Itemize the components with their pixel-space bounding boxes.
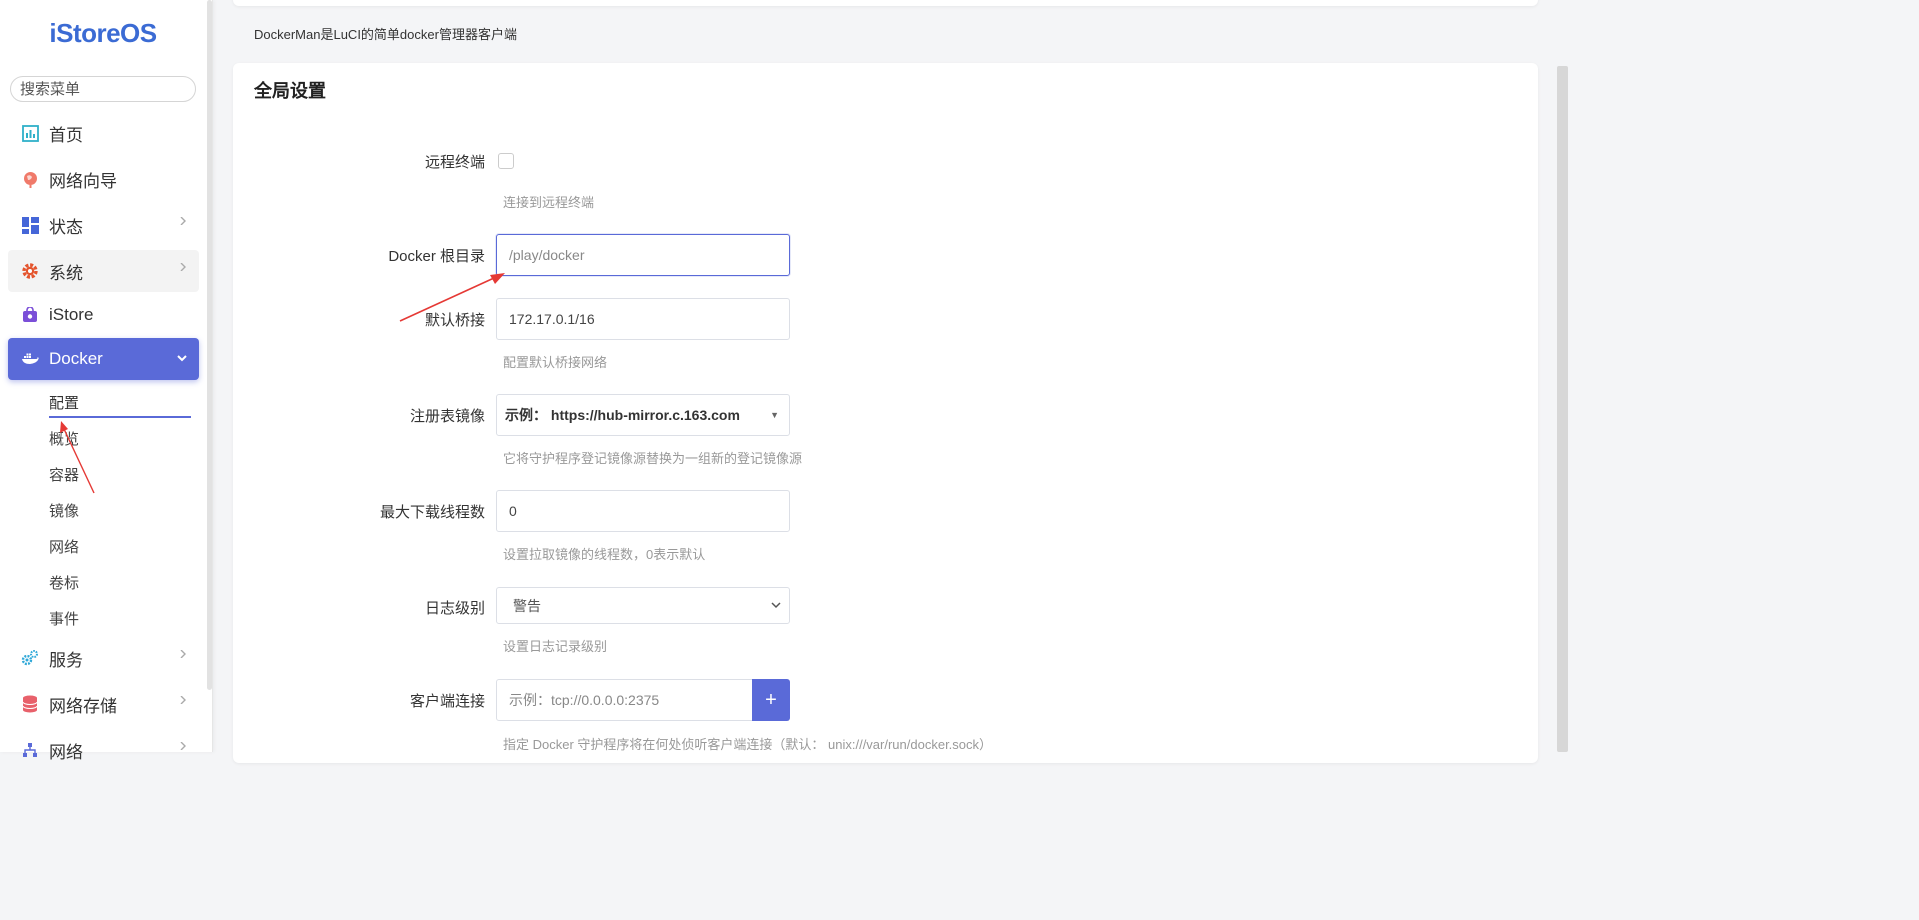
- remote-endpoint-hint: 连接到远程终端: [503, 195, 595, 210]
- docker-icon: [21, 350, 39, 368]
- gear-icon: [21, 262, 39, 280]
- log-level-select[interactable]: 警告: [496, 587, 790, 624]
- nav-label: iStore: [49, 305, 94, 324]
- nav-label: 系统: [49, 263, 83, 283]
- nav-label: 首页: [49, 125, 83, 145]
- default-bridge-label: 默认桥接: [424, 312, 485, 329]
- remote-endpoint-checkbox[interactable]: [498, 153, 514, 169]
- nav-label: 网络: [49, 742, 83, 762]
- nav-item-network[interactable]: 网络: [8, 729, 199, 771]
- chevron-down-icon: [177, 355, 187, 362]
- nav-label: 网络存储: [49, 696, 117, 716]
- nav-item-docker[interactable]: Docker: [8, 338, 199, 380]
- default-bridge-hint: 配置默认桥接网络: [503, 355, 608, 370]
- chevron-down-icon: [771, 602, 781, 609]
- submenu-volumes[interactable]: 卷标: [49, 572, 79, 593]
- network-icon: [21, 741, 39, 759]
- chevron-right-icon: [180, 650, 186, 658]
- database-icon: [21, 695, 39, 713]
- submenu-overview[interactable]: 概览: [49, 428, 79, 449]
- docker-root-label: Docker 根目录: [388, 248, 485, 265]
- menu-search-input[interactable]: [10, 76, 196, 102]
- section-title: 全局设置: [254, 81, 326, 101]
- log-level-value: 警告: [513, 597, 541, 614]
- registry-mirror-value: 示例： https://hub-mirror.c.163.com: [505, 407, 740, 423]
- page-description: DockerMan是LuCI的简单docker管理器客户端: [254, 27, 517, 42]
- nav-label: 服务: [49, 650, 83, 670]
- nav-label: 状态: [49, 217, 83, 237]
- registry-mirror-hint: 它将守护程序登记镜像源替换为一组新的登记镜像源: [503, 451, 803, 466]
- nav-item-network-wizard[interactable]: 网络向导: [8, 158, 199, 200]
- max-downloads-hint: 设置拉取镜像的线程数，0表示默认: [503, 547, 706, 562]
- chevron-right-icon: [180, 742, 186, 750]
- submenu-images[interactable]: 镜像: [49, 500, 79, 521]
- submenu-networks[interactable]: 网络: [49, 536, 79, 557]
- nav-item-home[interactable]: 首页: [8, 112, 199, 154]
- gears-icon: [21, 649, 39, 667]
- log-level-label: 日志级别: [424, 600, 485, 617]
- active-submenu-indicator: [49, 416, 191, 418]
- nav-item-istore[interactable]: iStore: [8, 294, 199, 336]
- chart-icon: [21, 124, 39, 142]
- dashboard-icon: [21, 216, 39, 234]
- client-connect-label: 客户端连接: [409, 693, 485, 710]
- client-connect-hint: 指定 Docker 守护程序将在何处侦听客户端连接（默认： unix:///va…: [503, 737, 993, 752]
- page-scrollbar[interactable]: [1557, 66, 1568, 752]
- registry-mirror-label: 注册表镜像: [409, 408, 485, 425]
- sidebar: iStoreOS 首页 网络向导 状态 系统 iStore: [0, 0, 213, 762]
- header-card: [233, 0, 1538, 6]
- store-bag-icon: [21, 306, 39, 324]
- chevron-right-icon: [180, 263, 186, 271]
- globe-icon: [21, 170, 39, 188]
- nav-item-status[interactable]: 状态: [8, 204, 199, 246]
- submenu-containers[interactable]: 容器: [49, 464, 79, 485]
- app-logo[interactable]: iStoreOS: [0, 18, 206, 49]
- max-downloads-input[interactable]: [496, 490, 790, 532]
- log-level-hint: 设置日志记录级别: [503, 639, 608, 654]
- add-client-connect-button[interactable]: +: [752, 679, 790, 721]
- sidebar-scrollbar[interactable]: [207, 0, 212, 690]
- docker-root-input[interactable]: [496, 234, 790, 276]
- dropdown-triangle-icon: ▼: [770, 410, 779, 420]
- max-downloads-label: 最大下载线程数: [379, 504, 485, 521]
- nav-item-services[interactable]: 服务: [8, 637, 199, 679]
- nav-label: Docker: [49, 349, 103, 368]
- submenu-config[interactable]: 配置: [49, 392, 79, 413]
- nav-item-system[interactable]: 系统: [8, 250, 199, 292]
- remote-endpoint-label: 远程终端: [424, 154, 485, 171]
- registry-mirror-combobox[interactable]: 示例： https://hub-mirror.c.163.com ▼: [496, 394, 790, 436]
- default-bridge-input[interactable]: [496, 298, 790, 340]
- nav-label: 网络向导: [49, 171, 117, 191]
- chevron-right-icon: [180, 696, 186, 704]
- chevron-right-icon: [180, 217, 186, 225]
- submenu-events[interactable]: 事件: [49, 608, 79, 629]
- nav-item-network-storage[interactable]: 网络存储: [8, 683, 199, 725]
- client-connect-input[interactable]: [496, 679, 754, 721]
